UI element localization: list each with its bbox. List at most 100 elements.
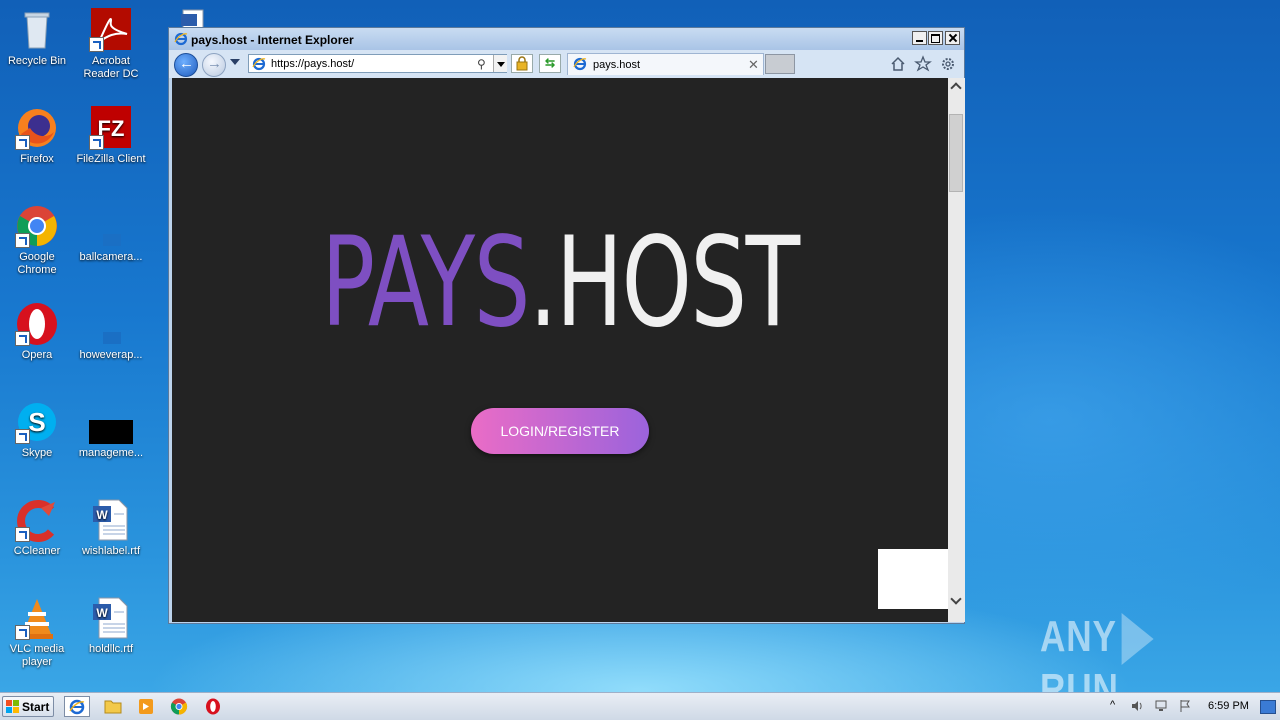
ccleaner-icon xyxy=(15,498,59,542)
word-document-icon: W xyxy=(89,596,133,640)
taskbar: Start ^ 6:59 PM xyxy=(0,692,1280,720)
watermark-right-text: RUN xyxy=(1040,665,1119,692)
desktop-icon-label: Firefox xyxy=(20,153,54,165)
address-dropdown-icon[interactable] xyxy=(493,55,507,72)
browser-window: pays.host - Internet Explorer https://pa… xyxy=(168,27,965,624)
desktop-icon-label: Recycle Bin xyxy=(7,55,67,67)
desktop-icon-label: Google Chrome xyxy=(17,251,57,276)
scroll-thumb[interactable] xyxy=(949,114,963,192)
blank-file-icon xyxy=(89,204,133,248)
desktop-icon-skype[interactable]: S Skype xyxy=(0,400,74,460)
desktop-icon-ballcamera[interactable]: ballcamera... xyxy=(74,204,148,264)
folder-icon xyxy=(104,700,122,714)
window-titlebar[interactable]: pays.host - Internet Explorer xyxy=(169,28,964,50)
play-icon xyxy=(1121,613,1154,666)
desktop-icon-filezilla[interactable]: FZ FileZilla Client xyxy=(74,106,148,166)
gear-icon[interactable] xyxy=(939,55,957,73)
desktop-icon-manageme[interactable]: manageme... xyxy=(74,400,148,460)
shortcut-arrow-icon xyxy=(89,135,104,150)
scroll-up-arrow-icon[interactable] xyxy=(948,78,965,95)
desktop-icon-holdllc[interactable]: W holdllc.rtf xyxy=(74,596,148,656)
taskbar-media-player-button[interactable] xyxy=(133,696,159,717)
search-icon[interactable]: ⚲ xyxy=(477,57,486,71)
logo-pays-text: PAYS xyxy=(321,211,530,355)
browser-toolbar: https://pays.host/ ⚲ ⇆ pays.host ✕ xyxy=(169,50,964,78)
chrome-icon xyxy=(170,698,188,715)
volume-icon[interactable] xyxy=(1130,699,1144,713)
desktop-icon-recycle-bin[interactable]: Recycle Bin xyxy=(0,8,74,68)
skype-icon: S xyxy=(15,400,59,444)
desktop-icon-vlc[interactable]: VLC media player xyxy=(0,596,74,669)
login-register-button[interactable]: LOGIN/REGISTER xyxy=(471,408,649,454)
desktop-icon-wishlabel[interactable]: W wishlabel.rtf xyxy=(74,498,148,558)
desktop-icon-firefox[interactable]: Firefox xyxy=(0,106,74,166)
tab-close-icon[interactable]: ✕ xyxy=(748,57,759,73)
taskbar-explorer-button[interactable] xyxy=(100,696,126,717)
opera-icon xyxy=(15,302,59,346)
desktop-icon-label: CCleaner xyxy=(13,545,61,557)
show-hidden-icons-icon[interactable]: ^ xyxy=(1110,699,1124,713)
taskbar-opera-button[interactable] xyxy=(200,696,226,717)
filezilla-icon: FZ xyxy=(89,106,133,150)
chrome-icon xyxy=(15,204,59,248)
recent-pages-dropdown-icon[interactable] xyxy=(230,59,240,65)
site-logo: PAYS.HOST xyxy=(281,218,840,348)
white-widget-box[interactable] xyxy=(878,549,948,609)
window-title: pays.host - Internet Explorer xyxy=(191,33,354,47)
desktop-icon-label: manageme... xyxy=(78,447,144,459)
home-icon[interactable] xyxy=(889,55,907,73)
back-button[interactable] xyxy=(174,53,198,77)
desktop-icon-label: wishlabel.rtf xyxy=(81,545,141,557)
minimize-button[interactable] xyxy=(912,31,927,45)
browser-tab[interactable]: pays.host ✕ xyxy=(567,53,764,75)
desktop-icon-acrobat[interactable]: Acrobat Reader DC xyxy=(74,8,148,81)
address-bar[interactable]: https://pays.host/ ⚲ xyxy=(248,54,507,73)
action-center-flag-icon[interactable] xyxy=(1178,699,1192,713)
show-desktop-button[interactable] xyxy=(1260,700,1276,714)
web-page: PAYS.HOST LOGIN/REGISTER xyxy=(172,78,948,622)
taskbar-ie-button[interactable] xyxy=(64,696,90,717)
desktop-icon-label: ballcamera... xyxy=(79,251,143,263)
anyrun-watermark: ANY RUN xyxy=(1040,612,1232,692)
firefox-icon xyxy=(15,106,59,150)
watermark-left-text: ANY xyxy=(1040,612,1117,661)
desktop-icon-label: Acrobat Reader DC xyxy=(83,55,139,80)
blank-file-icon xyxy=(89,302,133,346)
desktop-icon-label: Skype xyxy=(21,447,53,459)
ie-icon xyxy=(69,699,85,715)
desktop-icon-label: FileZilla Client xyxy=(76,153,146,165)
desktop-icon-label: howeverap... xyxy=(79,349,143,361)
vertical-scrollbar[interactable] xyxy=(948,78,965,622)
clock[interactable]: 6:59 PM xyxy=(1208,700,1249,712)
shortcut-arrow-icon xyxy=(15,233,30,248)
ie-icon xyxy=(573,57,587,71)
ie-icon xyxy=(252,57,266,71)
system-tray: ^ 6:59 PM xyxy=(1102,693,1280,720)
media-player-icon xyxy=(139,699,153,714)
new-tab-button[interactable] xyxy=(765,54,795,74)
desktop-icon-ccleaner[interactable]: CCleaner xyxy=(0,498,74,558)
desktop-icon-chrome[interactable]: Google Chrome xyxy=(0,204,74,277)
opera-icon xyxy=(206,698,220,715)
taskbar-chrome-button[interactable] xyxy=(166,696,192,717)
desktop-icon-howeverap[interactable]: howeverap... xyxy=(74,302,148,362)
shortcut-arrow-icon xyxy=(15,429,30,444)
refresh-icon[interactable]: ⇆ xyxy=(539,54,561,73)
start-label: Start xyxy=(22,700,50,714)
close-button[interactable] xyxy=(945,31,960,45)
shortcut-arrow-icon xyxy=(89,37,104,52)
favorites-star-icon[interactable] xyxy=(914,55,932,73)
network-icon[interactable] xyxy=(1154,699,1168,713)
logo-host-text: .HOST xyxy=(528,211,800,355)
windows-logo-icon xyxy=(6,700,19,713)
lock-icon[interactable] xyxy=(511,54,533,73)
desktop-icon-opera[interactable]: Opera xyxy=(0,302,74,362)
svg-text:S: S xyxy=(28,407,45,437)
maximize-button[interactable] xyxy=(928,31,943,45)
shortcut-arrow-icon xyxy=(15,527,30,542)
desktop-icon-label: VLC media player xyxy=(9,643,65,668)
start-button[interactable]: Start xyxy=(2,696,54,717)
shortcut-arrow-icon xyxy=(15,135,30,150)
forward-button[interactable] xyxy=(202,53,226,77)
scroll-down-arrow-icon[interactable] xyxy=(948,593,965,610)
